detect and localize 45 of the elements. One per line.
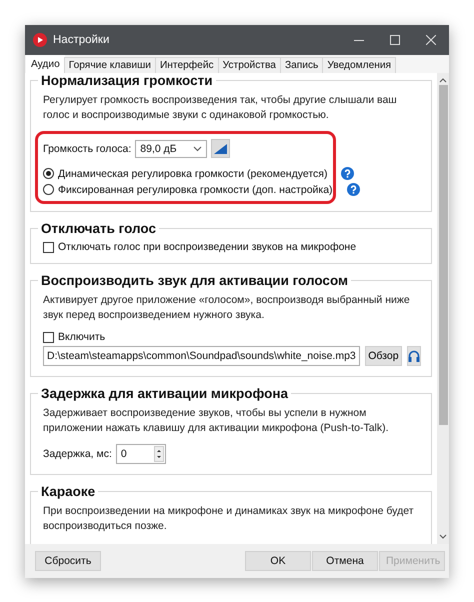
checkbox[interactable] bbox=[43, 332, 54, 342]
delay-spinbox[interactable]: 0 bbox=[116, 444, 166, 464]
app-logo-icon bbox=[33, 33, 47, 47]
headphones-icon bbox=[408, 350, 420, 362]
headphones-button[interactable] bbox=[407, 346, 421, 366]
checkbox-label: Включить bbox=[58, 331, 106, 343]
volume-dropdown[interactable]: 89,0 дБ bbox=[135, 140, 208, 158]
section-title: Нормализация громкости bbox=[40, 73, 214, 88]
section-title: Задержка для активации микрофона bbox=[40, 386, 290, 401]
tab[interactable]: Аудио bbox=[26, 55, 65, 73]
help-icon[interactable] bbox=[341, 167, 354, 180]
scroll-down-icon[interactable] bbox=[439, 534, 447, 540]
section-title: Караоке bbox=[40, 484, 96, 499]
section-title: Отключать голос bbox=[40, 221, 157, 236]
volume-label: Громкость голоса: bbox=[43, 142, 132, 154]
description-text: Задерживает воспроизведение звуков, чтобы вы успели в нужном приложении нажать клавишу для активации микрофона (Push-to-Talk). bbox=[43, 406, 390, 436]
description-text: Регулирует громкость воспроизведения так, чтобы другие слышали ваш голос и воспроизводимые звуки с одинаковой громкостью. bbox=[43, 93, 398, 123]
reset-button[interactable]: Сбросить bbox=[35, 551, 101, 571]
ok-button[interactable]: OK bbox=[245, 551, 311, 571]
window-title: Настройки bbox=[53, 34, 110, 46]
section-title: Воспроизводить звук для активации голосом bbox=[40, 273, 349, 288]
tab[interactable]: Интерфейс bbox=[154, 57, 219, 73]
tab[interactable]: Горячие клавиши bbox=[64, 57, 156, 73]
volume-ramp-icon bbox=[214, 144, 228, 154]
file-path-field[interactable]: D:\steam\steamapps\common\Soundpad\sounds\white_noise.mp3 bbox=[43, 346, 360, 366]
description-text: Активирует другое приложение «голосом», воспроизводя выбранный ниже звук перед воспроизведением нужного звука. bbox=[43, 293, 411, 323]
checkbox[interactable] bbox=[43, 242, 54, 252]
radio-button[interactable] bbox=[43, 168, 54, 179]
delay-label: Задержка, мс: bbox=[43, 448, 112, 460]
tab[interactable]: Запись bbox=[280, 57, 324, 73]
description-text: При воспроизведении на микрофоне и динамиках звук на микрофоне будет воспроизводиться позже. bbox=[43, 504, 414, 534]
scroll-up-icon[interactable] bbox=[439, 77, 447, 83]
caret-icon bbox=[193, 146, 202, 152]
scrollbar[interactable] bbox=[437, 73, 449, 544]
cancel-button[interactable]: Отмена bbox=[312, 551, 378, 571]
tab[interactable]: Устройства bbox=[218, 57, 281, 73]
tab[interactable]: Уведомления bbox=[322, 57, 396, 73]
help-icon[interactable] bbox=[346, 183, 360, 196]
radio-label: Динамическая регулировка громкости (рекомендуется) bbox=[58, 168, 328, 180]
checkbox-label: Отключать голос при воспроизведении звуков на микрофоне bbox=[58, 241, 356, 253]
spin-arrows-icon[interactable] bbox=[154, 446, 164, 462]
radio-button[interactable] bbox=[43, 184, 54, 195]
browse-button[interactable]: Обзор bbox=[364, 346, 402, 366]
volume-button[interactable] bbox=[211, 139, 230, 158]
radio-label: Фиксированная регулировка громкости (доп. настройка) bbox=[58, 184, 333, 196]
